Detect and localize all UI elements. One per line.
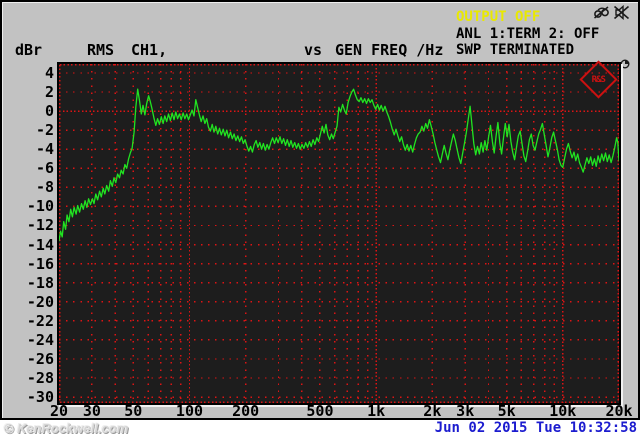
y-tick-label: 0 bbox=[44, 102, 54, 121]
measurement-function-label: RMS bbox=[87, 41, 115, 59]
y-tick-label: 4 bbox=[44, 63, 54, 82]
x-axis-title: GEN FREQ /Hz bbox=[335, 41, 444, 59]
y-tick-label: -28 bbox=[26, 369, 54, 388]
y-tick-label: -20 bbox=[26, 292, 54, 311]
response-trace bbox=[59, 88, 619, 242]
y-tick-label: -16 bbox=[26, 254, 54, 273]
y-tick-label: -30 bbox=[26, 388, 54, 407]
window-highlight-left bbox=[2, 2, 3, 418]
y-tick-label: -14 bbox=[26, 235, 54, 254]
x-tick-label: 5k bbox=[497, 402, 516, 420]
y-tick-label: -10 bbox=[26, 197, 54, 216]
x-tick-label: 30 bbox=[82, 402, 101, 420]
y-tick-label: -18 bbox=[26, 273, 54, 292]
sweep-progress-icon bbox=[620, 59, 630, 69]
y-tick-label: -2 bbox=[35, 121, 54, 140]
status-icon-group bbox=[593, 5, 630, 20]
headphone-muted-icon bbox=[594, 6, 609, 19]
x-tick-label: 100 bbox=[175, 402, 204, 420]
response-chart bbox=[59, 64, 619, 403]
x-tick-label: 20k bbox=[605, 402, 633, 420]
y-tick-label: 2 bbox=[44, 83, 54, 102]
plot-area: R&S bbox=[57, 60, 621, 405]
rohde-schwarz-logo-text: R&S bbox=[591, 74, 606, 85]
datetime-label: Jun 02 2015 Tue 10:32:58 bbox=[434, 420, 637, 436]
watermark: © KenRockwell.com bbox=[4, 421, 129, 436]
analyzer-screen: OUTPUT OFF ANL 1:TERM 2: OFF SWP TERMINA… bbox=[0, 0, 640, 436]
x-tick-label: 10k bbox=[549, 402, 577, 420]
x-tick-label: 1k bbox=[367, 402, 386, 420]
speaker-muted-icon bbox=[613, 5, 630, 20]
x-tick-label: 200 bbox=[232, 402, 260, 420]
output-status: OUTPUT OFF bbox=[456, 9, 541, 25]
x-tick-label: 3k bbox=[456, 402, 475, 420]
y-tick-label: -6 bbox=[35, 159, 54, 178]
y-tick-label: -26 bbox=[26, 349, 54, 368]
y-tick-label: -12 bbox=[26, 216, 54, 235]
sweep-status: SWP TERMINATED bbox=[456, 42, 575, 58]
vs-label: vs bbox=[304, 41, 323, 59]
y-tick-label: -24 bbox=[26, 330, 54, 349]
y-tick-label: -4 bbox=[35, 140, 54, 159]
window-highlight-top bbox=[2, 2, 638, 3]
y-tick-label: -22 bbox=[26, 311, 54, 330]
x-tick-label: 50 bbox=[124, 402, 143, 420]
x-tick-label: 500 bbox=[306, 402, 334, 420]
y-axis-unit-label: dBr bbox=[15, 41, 43, 59]
y-tick-label: -8 bbox=[35, 178, 54, 197]
analyzer-status: ANL 1:TERM 2: OFF bbox=[456, 26, 600, 42]
channel-label: CH1, bbox=[131, 41, 168, 59]
